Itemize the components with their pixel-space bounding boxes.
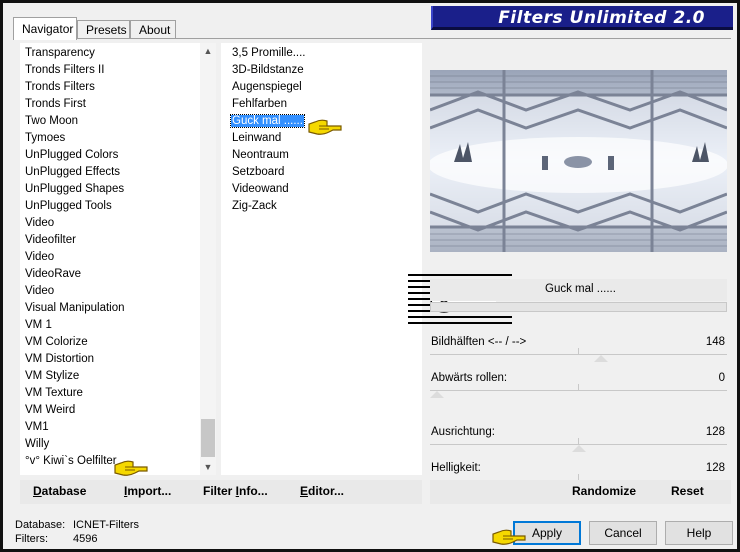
category-item[interactable]: Video xyxy=(20,283,216,300)
category-item[interactable]: Video xyxy=(20,249,216,266)
category-item[interactable]: VideoRave xyxy=(20,266,216,283)
slider-tick xyxy=(578,384,579,390)
category-list[interactable]: Transparency Tronds Filters II Tronds Filt… xyxy=(20,43,216,470)
database-button[interactable]: Database xyxy=(33,480,86,502)
category-item[interactable]: Tymoes xyxy=(20,130,216,147)
parameter-value: 0 xyxy=(718,372,725,384)
filter-item[interactable]: 3,5 Promille.... xyxy=(227,45,422,62)
parameter-label: Bildhälften <-- / --> xyxy=(431,336,527,348)
tab-divider xyxy=(13,38,731,39)
category-item[interactable]: VM Distortion xyxy=(20,351,216,368)
pointing-hand-icon xyxy=(492,529,526,545)
filter-item[interactable]: Augenspiegel xyxy=(227,79,422,96)
filter-item[interactable]: Setzboard xyxy=(227,164,422,181)
parameter-value: 128 xyxy=(705,462,725,474)
slider-tick xyxy=(578,348,579,354)
filter-item[interactable]: Neontraum xyxy=(227,147,422,164)
category-item[interactable]: VM Colorize xyxy=(20,334,216,351)
filter-progress xyxy=(430,302,727,312)
category-item[interactable]: Willy xyxy=(20,436,216,453)
tab-about[interactable]: About xyxy=(130,20,176,39)
right-button-row: Randomize Reset xyxy=(430,480,731,504)
parameter-value: 128 xyxy=(705,426,725,438)
editor-button[interactable]: Editor... xyxy=(300,480,344,502)
pointing-hand-icon xyxy=(114,460,148,476)
filter-item[interactable]: 3D-Bildstanze xyxy=(227,62,422,79)
category-list-pane[interactable]: Transparency Tronds Filters II Tronds Filt… xyxy=(20,43,216,475)
status-database: Database: ICNET-Filters xyxy=(15,519,139,531)
slider-track[interactable] xyxy=(430,390,727,391)
category-item[interactable]: VM 1 xyxy=(20,317,216,334)
category-item[interactable]: Tronds Filters II xyxy=(20,62,216,79)
category-item[interactable]: VM1 xyxy=(20,419,216,436)
parameter-label: Ausrichtung: xyxy=(431,426,495,438)
filter-info-button[interactable]: Filter Info... xyxy=(203,480,268,502)
import-button[interactable]: Import... xyxy=(124,480,171,502)
left-button-row: Database Import... Filter Info... Editor… xyxy=(20,480,422,504)
parameter-label: Abwärts rollen: xyxy=(431,372,508,384)
slider-thumb[interactable] xyxy=(430,391,444,398)
randomize-button[interactable]: Randomize xyxy=(572,480,636,502)
scroll-down-arrow-icon[interactable]: ▼ xyxy=(200,459,216,475)
category-item[interactable]: UnPlugged Effects xyxy=(20,164,216,181)
database-name: ICNET-Filters xyxy=(73,519,139,531)
category-item[interactable]: UnPlugged Shapes xyxy=(20,181,216,198)
reset-button[interactable]: Reset xyxy=(671,480,704,502)
filter-item[interactable]: Videowand xyxy=(227,181,422,198)
status-filters: Filters: 4596 xyxy=(15,533,98,545)
parameter-label: Helligkeit: xyxy=(431,462,481,474)
tab-navigator[interactable]: Navigator xyxy=(13,17,77,40)
filter-name-box: Guck mal ...... xyxy=(430,279,727,301)
filter-item[interactable]: Zig-Zack xyxy=(227,198,422,215)
parameter-value: 148 xyxy=(705,336,725,348)
cancel-button[interactable]: Cancel xyxy=(589,521,657,545)
filter-name-label: Guck mal ...... xyxy=(545,283,616,295)
category-item[interactable]: Videofilter xyxy=(20,232,216,249)
tab-presets[interactable]: Presets xyxy=(77,20,130,39)
category-item[interactable]: Video xyxy=(20,215,216,232)
window-title: Filters Unlimited 2.0 xyxy=(498,8,705,28)
filter-item[interactable]: Fehlfarben xyxy=(227,96,422,113)
category-item[interactable]: Tronds First xyxy=(20,96,216,113)
category-item[interactable]: UnPlugged Colors xyxy=(20,147,216,164)
preview-image xyxy=(430,70,727,252)
scroll-thumb[interactable] xyxy=(201,419,215,457)
category-item[interactable]: VM Weird xyxy=(20,402,216,419)
parameter-slider[interactable]: Ausrichtung: 128 xyxy=(430,424,727,458)
parameter-slider[interactable]: Bildhälften <-- / --> 148 xyxy=(430,334,727,368)
slider-tick xyxy=(578,438,579,444)
pointing-hand-icon xyxy=(308,119,342,135)
slider-thumb[interactable] xyxy=(572,445,586,452)
scroll-up-arrow-icon[interactable]: ▲ xyxy=(200,43,216,59)
slider-thumb[interactable] xyxy=(594,355,608,362)
help-button[interactable]: Help xyxy=(665,521,733,545)
title-banner: Filters Unlimited 2.0 xyxy=(431,6,733,30)
category-scrollbar[interactable]: ▲ ▼ xyxy=(200,43,216,475)
slider-track[interactable] xyxy=(430,354,727,355)
category-item[interactable]: Two Moon xyxy=(20,113,216,130)
filter-count: 4596 xyxy=(73,533,98,545)
category-item[interactable]: VM Texture xyxy=(20,385,216,402)
filter-list-pane[interactable]: 3,5 Promille.... 3D-Bildstanze Augenspiege… xyxy=(221,43,422,475)
category-item[interactable]: Tronds Filters xyxy=(20,79,216,96)
category-item[interactable]: UnPlugged Tools xyxy=(20,198,216,215)
parameter-slider[interactable]: Abwärts rollen: 0 xyxy=(430,370,727,404)
filters-unlimited-window: Filters Unlimited 2.0 Navigator Presets … xyxy=(0,0,740,552)
category-item[interactable]: Transparency xyxy=(20,45,216,62)
category-item[interactable]: Visual Manipulation xyxy=(20,300,216,317)
category-item[interactable]: VM Stylize xyxy=(20,368,216,385)
